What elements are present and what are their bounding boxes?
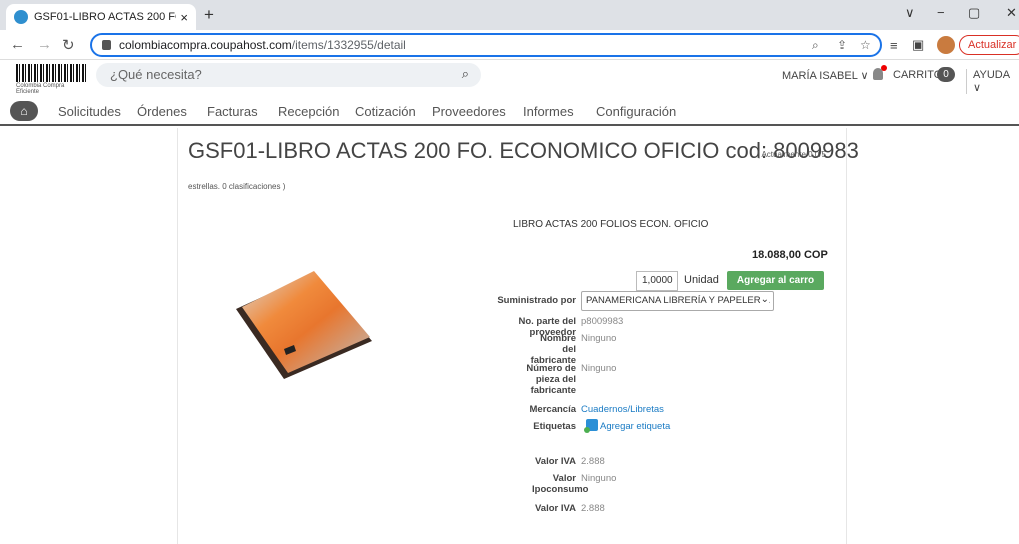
item-description: LIBRO ACTAS 200 FOLIOS ECON. OFICIO bbox=[513, 219, 709, 230]
lock-icon bbox=[102, 40, 111, 50]
ipoconsumo-label: Valor Ipoconsumo bbox=[532, 473, 589, 495]
ipoconsumo-value: Ninguno bbox=[581, 473, 617, 484]
new-tab-button[interactable]: + bbox=[204, 5, 214, 25]
iva-value: 2.888 bbox=[581, 456, 605, 467]
tab-close-icon[interactable]: × bbox=[180, 10, 188, 25]
rating-text: ( Actualmente 0.0/5 bbox=[757, 150, 826, 159]
notifications-bell-icon[interactable] bbox=[873, 65, 887, 80]
restore-icon[interactable]: ▢ bbox=[968, 5, 980, 21]
search-placeholder: ¿Qué necesita? bbox=[110, 67, 202, 82]
url-field[interactable]: colombiacompra.coupahost.com/items/13329… bbox=[90, 33, 882, 57]
profile-avatar[interactable] bbox=[937, 36, 955, 54]
commodity-link[interactable]: Cuadernos/Libretas bbox=[581, 404, 664, 415]
cart-link[interactable]: CARRITO bbox=[893, 69, 942, 81]
menu-ordenes[interactable]: Órdenes bbox=[137, 104, 187, 119]
help-menu[interactable]: AYUDA ∨ bbox=[966, 69, 1019, 94]
tags-label: Etiquetas bbox=[533, 421, 576, 432]
reading-list-icon[interactable]: ≡ bbox=[890, 38, 898, 53]
home-icon[interactable]: ⌂ bbox=[10, 101, 38, 121]
iva-label-2: Valor IVA bbox=[534, 503, 576, 514]
plus-badge-icon bbox=[584, 427, 590, 433]
tab-title: GSF01-LIBRO ACTAS 200 FO. ECC bbox=[34, 11, 176, 23]
iva-value-2: 2.888 bbox=[581, 503, 605, 514]
logo-text: Colombia Compra Eficiente bbox=[16, 83, 65, 95]
rating-text-continued: estrellas. 0 clasificaciones ) bbox=[188, 182, 286, 191]
side-panel-icon[interactable]: ▣ bbox=[912, 37, 924, 53]
forward-icon[interactable]: → bbox=[37, 36, 52, 53]
mfr-part-label: Número de pieza del fabricante bbox=[526, 363, 576, 396]
add-tag-icon[interactable] bbox=[584, 419, 598, 433]
zoom-icon[interactable]: ⌕ bbox=[812, 38, 819, 53]
url-text: colombiacompra.coupahost.com/items/13329… bbox=[119, 38, 406, 52]
search-icon[interactable]: ⌕ bbox=[462, 66, 469, 82]
supplier-select[interactable]: PANAMERICANA LIBRERÍA Y PAPELERÍA ⌄ bbox=[581, 291, 774, 311]
menu-recepcion[interactable]: Recepción bbox=[278, 104, 339, 119]
menu-solicitudes[interactable]: Solicitudes bbox=[58, 104, 121, 119]
user-menu[interactable]: MARÍA ISABEL ∨ bbox=[782, 69, 869, 82]
manufacturer-value: Ninguno bbox=[581, 333, 617, 344]
add-to-cart-button[interactable]: Agregar al carro bbox=[727, 271, 824, 290]
share-icon[interactable]: ⇪ bbox=[837, 38, 847, 52]
item-price: 18.088,00 COP bbox=[752, 249, 828, 261]
product-image[interactable] bbox=[232, 269, 372, 379]
add-tag-link[interactable]: Agregar etiqueta bbox=[600, 421, 670, 432]
chevron-down-icon: ⌄ bbox=[760, 294, 769, 305]
menu-configuracion[interactable]: Configuración bbox=[596, 104, 676, 119]
window-close-icon[interactable]: ✕ bbox=[1006, 5, 1017, 21]
supplied-by-label: Suministrado por bbox=[497, 295, 576, 306]
menu-informes[interactable]: Informes bbox=[523, 104, 574, 119]
coupa-favicon-icon bbox=[14, 10, 28, 24]
minimize-icon[interactable]: − bbox=[937, 5, 945, 20]
menu-proveedores[interactable]: Proveedores bbox=[432, 104, 506, 119]
manufacturer-label: Nombre del fabricante bbox=[530, 333, 576, 366]
mfr-part-value: Ninguno bbox=[581, 363, 617, 374]
notification-dot-icon bbox=[881, 65, 887, 71]
bookmark-star-icon[interactable]: ☆ bbox=[860, 38, 871, 52]
supplier-selected-value: PANAMERICANA LIBRERÍA Y PAPELERÍA bbox=[586, 295, 770, 306]
iva-label: Valor IVA bbox=[534, 456, 576, 467]
tab-search-icon[interactable]: ∨ bbox=[905, 5, 915, 21]
search-input[interactable]: ¿Qué necesita? ⌕ bbox=[96, 63, 481, 87]
colombia-compra-logo[interactable]: Colombia Compra Eficiente bbox=[16, 64, 88, 95]
update-button[interactable]: Actualizar bbox=[959, 35, 1019, 55]
back-icon[interactable]: ← bbox=[10, 36, 25, 53]
commodity-label: Mercancía bbox=[529, 404, 576, 415]
reload-icon[interactable]: ↻ bbox=[62, 36, 75, 54]
menu-facturas[interactable]: Facturas bbox=[207, 104, 258, 119]
barcode-logo-icon bbox=[16, 64, 88, 82]
browser-tab[interactable]: GSF01-LIBRO ACTAS 200 FO. ECC × bbox=[6, 4, 196, 30]
supplier-part-value: p8009983 bbox=[581, 316, 624, 327]
menu-cotizacion[interactable]: Cotización bbox=[355, 104, 416, 119]
quantity-input[interactable]: 1,0000 bbox=[636, 271, 678, 291]
unit-label: Unidad bbox=[684, 274, 719, 286]
cart-count-badge: 0 bbox=[937, 67, 955, 82]
